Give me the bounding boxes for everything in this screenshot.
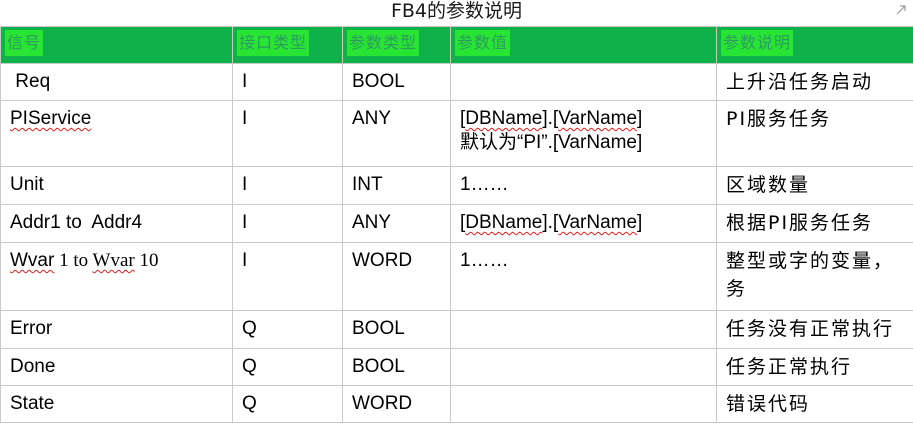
table-row: Error Q BOOL 任务没有正常执行	[0, 310, 913, 349]
wvar-token: Wvar	[92, 250, 135, 271]
wvar-token: Wvar	[10, 250, 55, 271]
cell-param-value: [DBName].[VarName]	[450, 204, 717, 243]
document-page: FB4的参数说明 信号 接口类型 参数类型 参数值 参数说明 Req I BOO…	[0, 0, 913, 436]
cell-param-value: 1……	[450, 242, 717, 311]
cell-interface: Q	[232, 348, 343, 386]
dbname-token: DBName	[465, 212, 543, 233]
cell-desc: 错误代码	[716, 385, 913, 423]
cell-interface: I	[232, 63, 343, 101]
cell-param-value	[450, 310, 717, 349]
cell-param-type: ANY	[342, 204, 451, 243]
desc-line-1: 整型或字的变量，	[726, 250, 895, 272]
cell-param-type: INT	[342, 166, 451, 205]
cell-interface: Q	[232, 310, 343, 349]
cell-signal: Unit	[0, 166, 233, 205]
cell-param-value	[450, 348, 717, 386]
table-row: Addr1 to Addr4 I ANY [DBName].[VarName] …	[0, 204, 913, 243]
table-caption: FB4的参数说明	[390, 0, 523, 22]
cell-interface: I	[232, 166, 343, 205]
header-param-type: 参数类型	[342, 26, 451, 64]
header-interface-type-label: 接口类型	[237, 30, 310, 56]
table-row: PIService I ANY [DBName].[VarName] 默认为“P…	[0, 100, 913, 167]
wvar-range-end: 10	[134, 250, 159, 271]
header-param-value: 参数值	[450, 26, 717, 64]
cell-signal: Req	[0, 63, 233, 101]
varname-token: VarName	[558, 212, 638, 233]
cell-param-type: WORD	[342, 385, 451, 423]
cell-desc: PI服务任务	[716, 100, 913, 167]
cell-signal: Error	[0, 310, 233, 349]
cell-signal: PIService	[0, 100, 233, 167]
resize-arrow-icon[interactable]	[895, 4, 907, 16]
cell-signal: State	[0, 385, 233, 423]
wvar-range-text: 1 to	[54, 250, 93, 271]
signal-text: Req	[10, 71, 51, 92]
dbname-token: DBName	[465, 108, 543, 129]
header-param-desc-label: 参数说明	[721, 30, 794, 56]
desc-line-2: 务	[726, 278, 748, 300]
header-interface-type: 接口类型	[232, 26, 343, 64]
param-value-line-2: 默认为“PI”.[VarName]	[460, 132, 643, 153]
cell-param-type: BOOL	[342, 348, 451, 386]
cell-param-type: ANY	[342, 100, 451, 167]
param-value-line-1: [DBName].[VarName]	[460, 108, 643, 129]
cell-desc: 根据PI服务任务	[716, 204, 913, 243]
table-row: Done Q BOOL 任务正常执行	[0, 348, 913, 386]
cell-param-value: 1……	[450, 166, 717, 205]
table-row: Unit I INT 1…… 区域数量	[0, 166, 913, 205]
header-param-desc: 参数说明	[716, 26, 913, 64]
cell-desc: 任务正常执行	[716, 348, 913, 386]
cell-desc: 整型或字的变量， 务	[716, 242, 913, 311]
table-row: Wvar 1 to Wvar 10 I WORD 1…… 整型或字的变量， 务	[0, 242, 913, 311]
header-param-type-label: 参数类型	[347, 30, 420, 56]
cell-interface: I	[232, 242, 343, 311]
cell-interface: I	[232, 100, 343, 167]
cell-param-value	[450, 63, 717, 101]
cell-signal: Wvar 1 to Wvar 10	[0, 242, 233, 311]
cell-param-type: BOOL	[342, 310, 451, 349]
cell-param-value	[450, 385, 717, 423]
signal-text: PIService	[10, 108, 92, 129]
header-row: 信号 接口类型 参数类型 参数值 参数说明	[0, 26, 913, 64]
cell-interface: Q	[232, 385, 343, 423]
cell-signal: Addr1 to Addr4	[0, 204, 233, 243]
header-param-value-label: 参数值	[455, 30, 511, 56]
header-signal-label: 信号	[5, 30, 44, 56]
signal-text: Addr1 to Addr4	[10, 212, 143, 233]
cell-desc: 上升沿任务启动	[716, 63, 913, 101]
cell-signal: Done	[0, 348, 233, 386]
cell-interface: I	[232, 204, 343, 243]
cell-desc: 区域数量	[716, 166, 913, 205]
table-row: State Q WORD 错误代码	[0, 385, 913, 423]
cell-param-value: [DBName].[VarName] 默认为“PI”.[VarName]	[450, 100, 717, 167]
cell-desc: 任务没有正常执行	[716, 310, 913, 349]
parameter-table: 信号 接口类型 参数类型 参数值 参数说明 Req I BOOL 上升沿任务启动…	[0, 26, 913, 423]
cell-param-type: WORD	[342, 242, 451, 311]
header-signal: 信号	[0, 26, 233, 64]
varname-token: VarName	[558, 108, 638, 129]
cell-param-type: BOOL	[342, 63, 451, 101]
table-row: Req I BOOL 上升沿任务启动	[0, 63, 913, 101]
